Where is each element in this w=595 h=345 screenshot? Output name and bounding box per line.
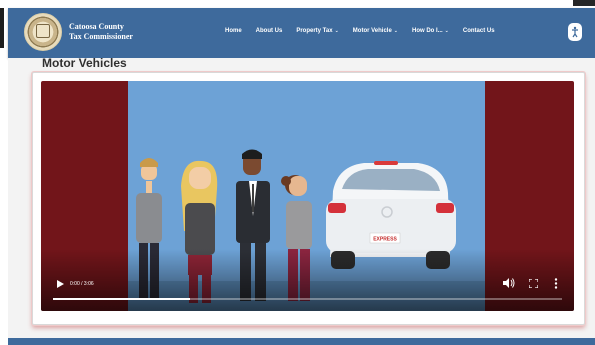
play-icon[interactable] xyxy=(56,280,64,288)
site-name-line2: Tax Commissioner xyxy=(69,32,133,41)
video-player[interactable]: EXPRESS 0:00 / 3:06 xyxy=(41,81,574,311)
video-timestamp: 0:00 / 3:06 xyxy=(70,281,94,287)
main-menu: Home About Us Property Tax ⌄ Motor Vehic… xyxy=(225,28,495,34)
volume-icon[interactable] xyxy=(503,278,515,288)
nav-item-label: Motor Vehicle xyxy=(352,28,392,34)
footer xyxy=(8,338,595,345)
license-plate-text: EXPRESS xyxy=(373,237,397,243)
window-corner xyxy=(573,0,595,6)
nav-item-home[interactable]: Home xyxy=(225,28,242,34)
nav-item-contact-us[interactable]: Contact Us xyxy=(463,28,495,34)
nav-item-label: Property Tax xyxy=(296,28,333,34)
nav-item-label: How Do I... xyxy=(412,28,443,34)
nav-item-label: Home xyxy=(225,28,242,34)
chevron-down-icon: ⌄ xyxy=(334,28,339,34)
nav-item-how-do-i[interactable]: How Do I... ⌄ xyxy=(412,28,449,34)
county-seal-icon[interactable] xyxy=(24,13,62,51)
nav-item-property-tax[interactable]: Property Tax ⌄ xyxy=(296,28,338,34)
browser-page: Catoosa County Tax Commissioner Home Abo… xyxy=(0,0,595,345)
nav-item-label: About Us xyxy=(255,28,283,34)
nav-item-about-us[interactable]: About Us xyxy=(256,28,283,34)
page-title: Motor Vehicles xyxy=(42,56,127,70)
chevron-down-icon: ⌄ xyxy=(444,28,449,34)
site-brand[interactable]: Catoosa County Tax Commissioner xyxy=(69,22,133,42)
accessibility-icon-glyph xyxy=(572,26,578,38)
chevron-down-icon: ⌄ xyxy=(393,28,398,34)
video-progress-fill xyxy=(53,298,191,300)
top-nav: Catoosa County Tax Commissioner Home Abo… xyxy=(8,8,595,58)
fullscreen-icon[interactable] xyxy=(529,279,538,288)
seal-emblem xyxy=(36,24,50,38)
site-name-line1: Catoosa County xyxy=(69,22,124,31)
accessibility-icon[interactable] xyxy=(568,23,582,41)
window-edge xyxy=(0,8,4,48)
video-progress-bar[interactable] xyxy=(53,298,562,300)
nav-item-motor-vehicle[interactable]: Motor Vehicle ⌄ xyxy=(353,28,398,34)
nav-item-label: Contact Us xyxy=(462,28,495,34)
video-controls: 0:00 / 3:06 xyxy=(41,269,574,311)
more-options-icon[interactable] xyxy=(553,278,559,289)
